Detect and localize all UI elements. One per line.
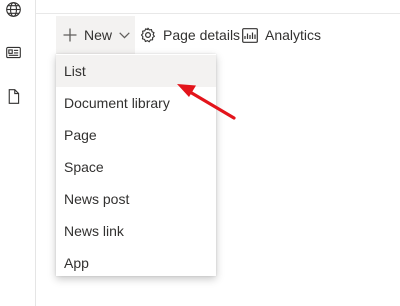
menu-item-news-link[interactable]: News link: [56, 215, 216, 247]
page-details-label: Page details: [163, 27, 241, 43]
new-button[interactable]: New: [56, 16, 135, 54]
menu-item-document-library[interactable]: Document library: [56, 87, 216, 119]
news-card-icon[interactable]: [4, 43, 22, 61]
document-icon[interactable]: [4, 87, 22, 105]
globe-icon[interactable]: [4, 0, 22, 18]
new-dropdown-menu: List Document library Page Space News po…: [56, 54, 216, 276]
chevron-down-icon: [119, 31, 130, 38]
menu-item-news-post[interactable]: News post: [56, 183, 216, 215]
analytics-button[interactable]: Analytics: [242, 16, 321, 54]
menu-item-app[interactable]: App: [56, 247, 216, 279]
page-details-button[interactable]: Page details: [140, 16, 240, 54]
top-strip: [36, 0, 400, 14]
gear-icon: [140, 27, 155, 43]
command-bar: New Page details Analytics: [36, 16, 400, 54]
analytics-icon: [242, 27, 258, 43]
menu-item-space[interactable]: Space: [56, 151, 216, 183]
analytics-label: Analytics: [265, 27, 322, 43]
plus-icon: [63, 28, 77, 42]
menu-item-page[interactable]: Page: [56, 119, 216, 151]
menu-item-list[interactable]: List: [56, 55, 216, 87]
new-button-label: New: [84, 27, 113, 43]
left-rail: [0, 0, 36, 306]
